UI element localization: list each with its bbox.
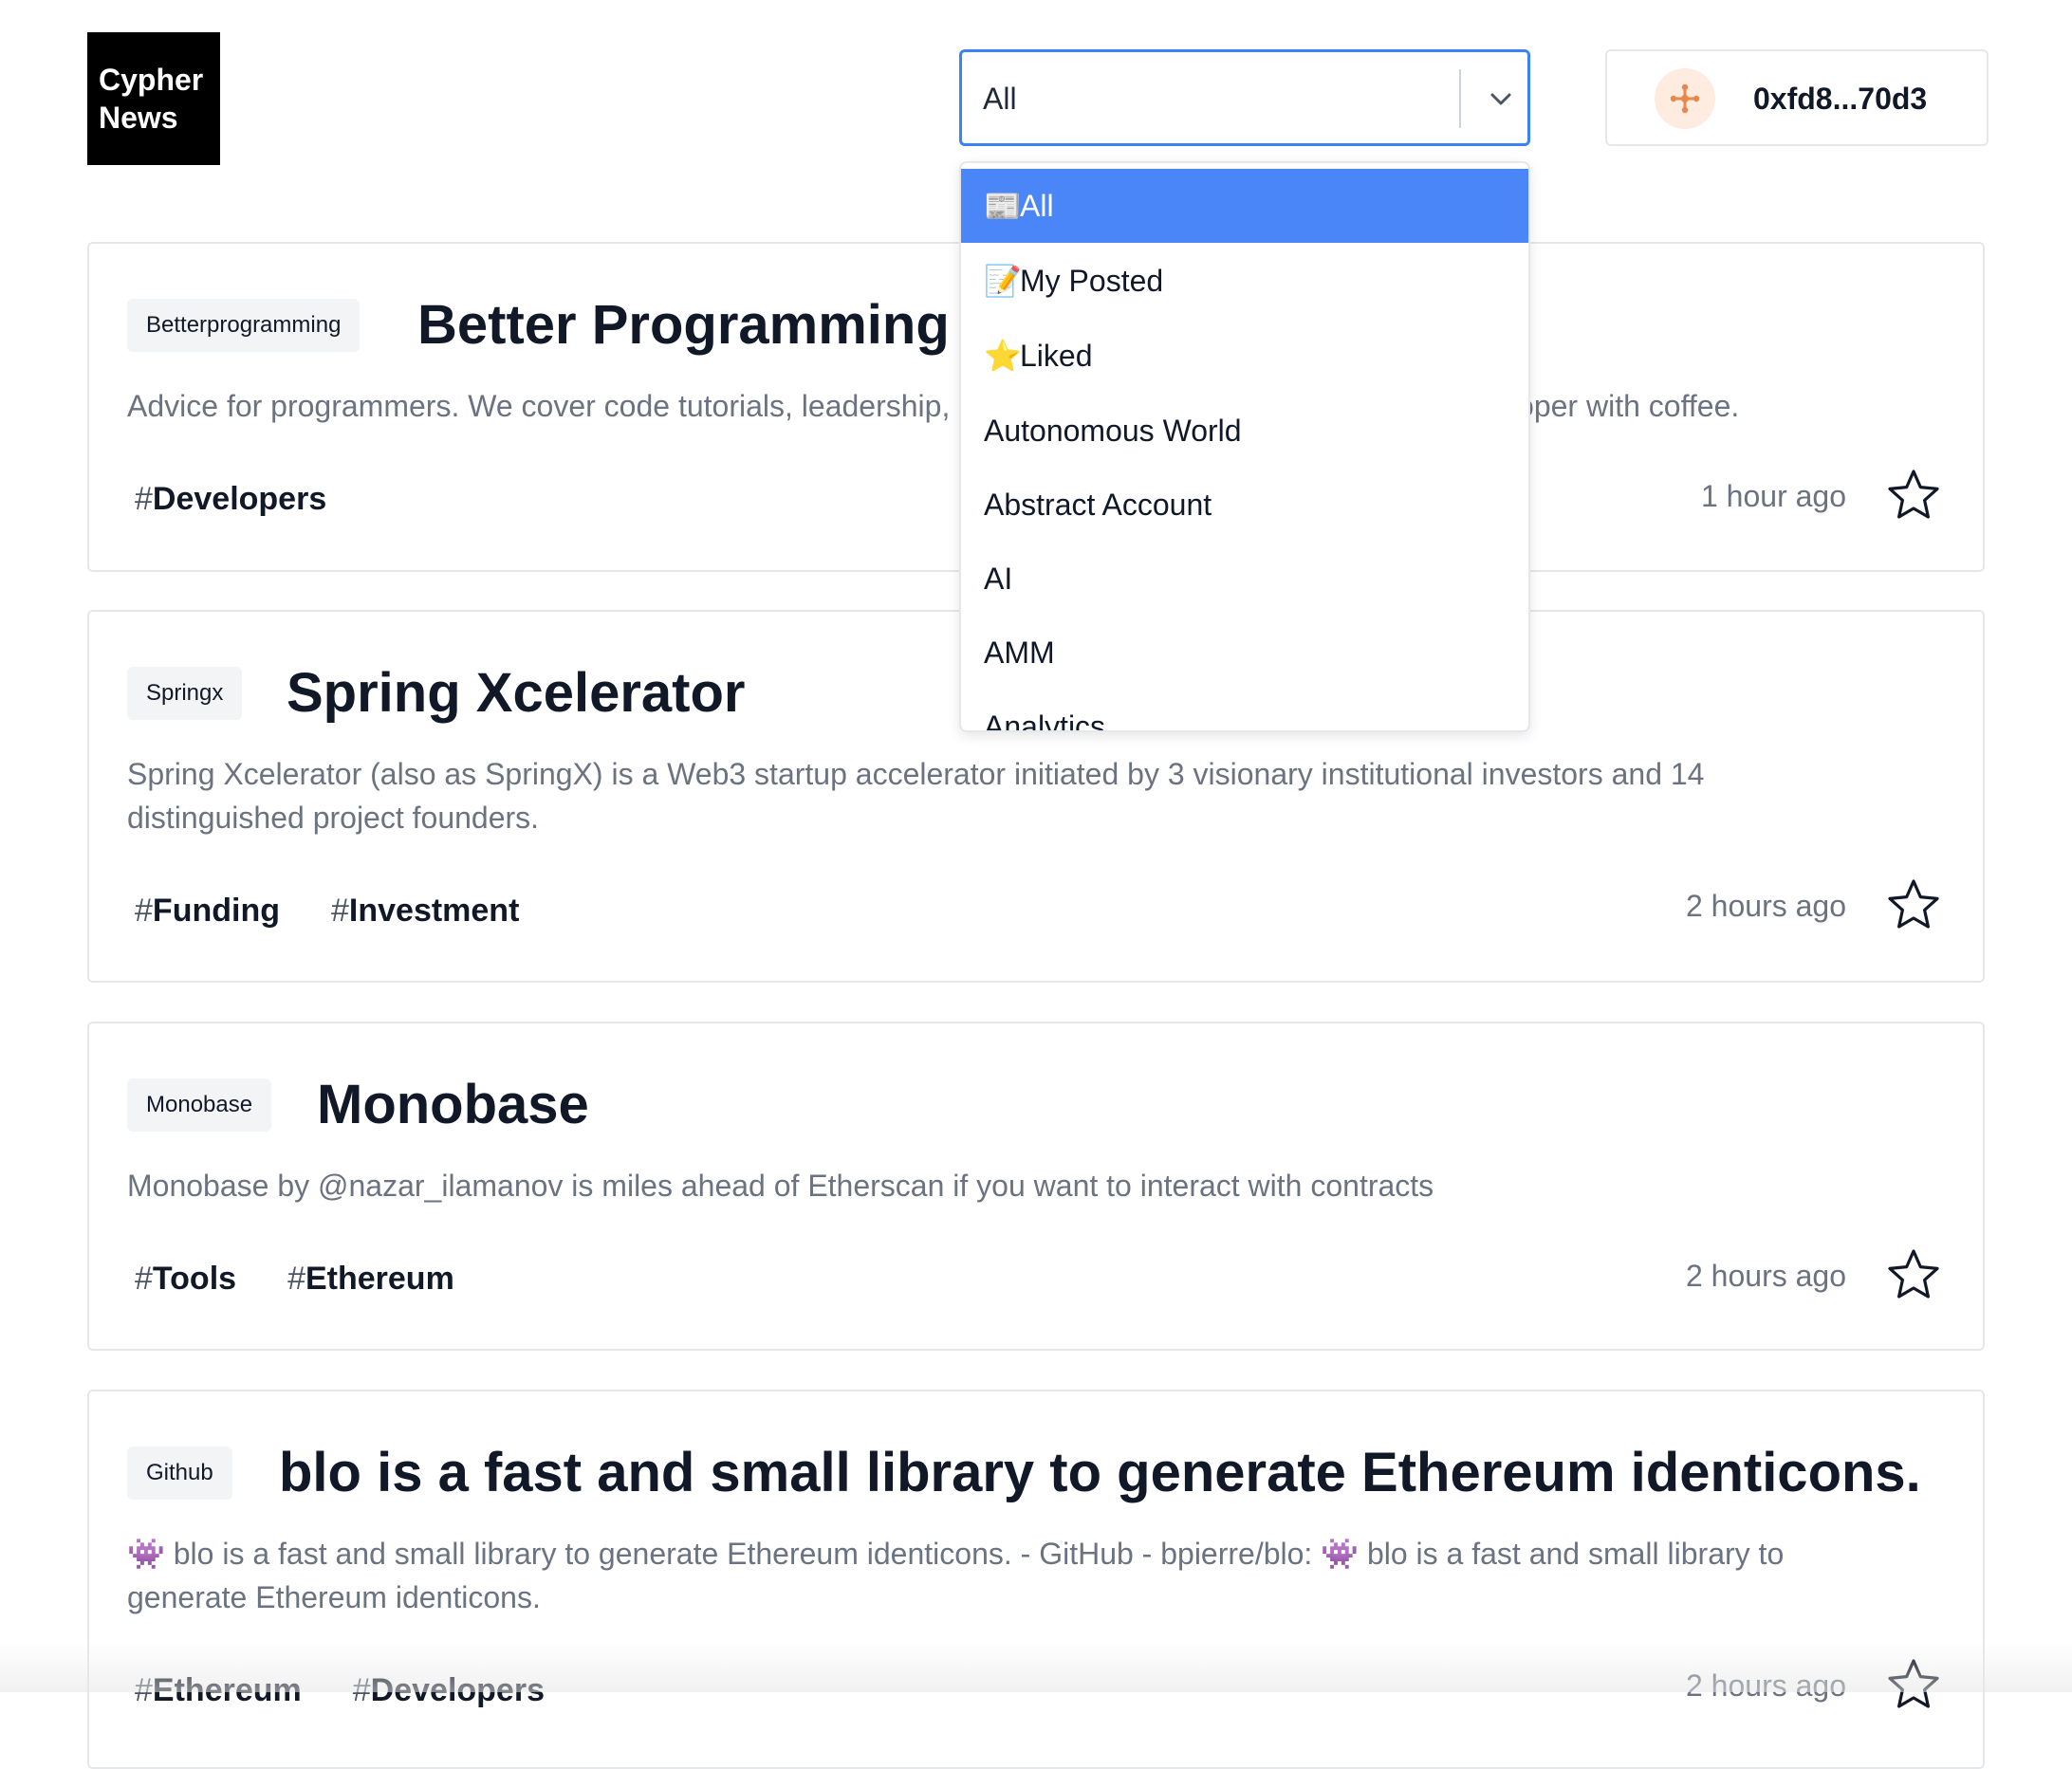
option-label: Analytics <box>984 709 1106 732</box>
news-card[interactable]: Monobase Monobase Monobase by @nazar_ila… <box>87 1022 1985 1351</box>
category-dropdown-menu[interactable]: 📰All 📝My Posted ⭐Liked Autonomous World … <box>959 161 1530 732</box>
news-card[interactable]: Github blo is a fast and small library t… <box>87 1390 1985 1769</box>
tag-label: Funding <box>152 893 280 929</box>
timestamp: 2 hours ago <box>1685 1259 1846 1293</box>
memo-icon: 📝 <box>984 264 1022 298</box>
card-description: Spring Xcelerator (also as SpringX) is a… <box>127 757 1705 835</box>
logo-line-1: Cypher <box>99 63 204 97</box>
site-logo[interactable]: Cypher News <box>87 32 220 165</box>
dropdown-option-my-posted[interactable]: 📝My Posted <box>961 244 1528 318</box>
card-title[interactable]: Better Programming <box>417 293 950 357</box>
wallet-avatar-icon <box>1655 68 1715 129</box>
card-description: 👾 blo is a fast and small library to gen… <box>127 1537 1785 1614</box>
newspaper-icon: 📰 <box>984 189 1022 223</box>
wallet-button[interactable]: 0xfd8...70d3 <box>1605 49 1989 146</box>
dropdown-option-all[interactable]: 📰All <box>961 169 1528 243</box>
tag-label: Investment <box>348 893 520 929</box>
tag-link[interactable]: #Ethereum <box>287 1261 454 1298</box>
tag-label: Tools <box>152 1261 237 1297</box>
option-label: AI <box>984 562 1013 596</box>
dropdown-option-analytics[interactable]: Analytics <box>961 690 1528 732</box>
tag-link[interactable]: #Developers <box>135 481 326 518</box>
tag-hash: # <box>135 893 153 929</box>
dropdown-option-autonomous-world[interactable]: Autonomous World <box>961 394 1528 468</box>
card-title[interactable]: blo is a fast and small library to gener… <box>279 1441 1921 1504</box>
tag-label: Ethereum <box>305 1261 454 1297</box>
dropdown-option-amm[interactable]: AMM <box>961 616 1528 690</box>
option-label: Autonomous World <box>984 414 1242 448</box>
tag-hash: # <box>135 481 153 517</box>
tag-list: #Tools #Ethereum <box>135 1261 454 1298</box>
filter-separator <box>1459 69 1461 128</box>
chevron-down-icon[interactable] <box>1482 81 1520 119</box>
timestamp: 1 hour ago <box>1700 479 1846 513</box>
category-filter-select[interactable]: All <box>959 49 1530 146</box>
tag-hash: # <box>330 893 349 929</box>
tag-hash: # <box>287 1261 305 1297</box>
star-emoji-icon: ⭐ <box>984 339 1022 373</box>
tag-link[interactable]: #Tools <box>135 1261 236 1298</box>
wallet-address: 0xfd8...70d3 <box>1753 82 1928 116</box>
card-title[interactable]: Monobase <box>317 1073 589 1136</box>
tag-list: #Developers <box>135 481 326 518</box>
source-badge[interactable]: Github <box>127 1447 232 1500</box>
option-label: Abstract Account <box>984 488 1212 522</box>
tag-link[interactable]: #Investment <box>331 893 519 930</box>
bottom-fade-overlay <box>0 1641 2072 1692</box>
filter-selected-value: All <box>983 82 1017 116</box>
source-badge[interactable]: Springx <box>127 667 243 720</box>
option-label: AMM <box>984 636 1055 670</box>
card-title[interactable]: Spring Xcelerator <box>287 661 745 725</box>
star-icon[interactable] <box>1886 1247 1941 1302</box>
option-label: My Posted <box>1020 264 1164 298</box>
tag-label: Developers <box>152 481 327 517</box>
dropdown-option-liked[interactable]: ⭐Liked <box>961 319 1528 393</box>
star-icon[interactable] <box>1886 877 1941 932</box>
option-label: Liked <box>1020 339 1093 373</box>
source-badge[interactable]: Monobase <box>127 1078 272 1132</box>
source-badge[interactable]: Betterprogramming <box>127 299 361 352</box>
card-description: Monobase by @nazar_ilamanov is miles ahe… <box>127 1169 1434 1203</box>
timestamp: 2 hours ago <box>1685 889 1846 923</box>
dropdown-option-ai[interactable]: AI <box>961 542 1528 616</box>
option-label: All <box>1020 189 1054 223</box>
tag-hash: # <box>135 1261 153 1297</box>
logo-line-2: News <box>99 101 178 135</box>
tag-link[interactable]: #Funding <box>135 893 280 930</box>
tag-list: #Funding #Investment <box>135 893 519 930</box>
dropdown-option-abstract-account[interactable]: Abstract Account <box>961 468 1528 542</box>
star-icon[interactable] <box>1886 468 1941 523</box>
